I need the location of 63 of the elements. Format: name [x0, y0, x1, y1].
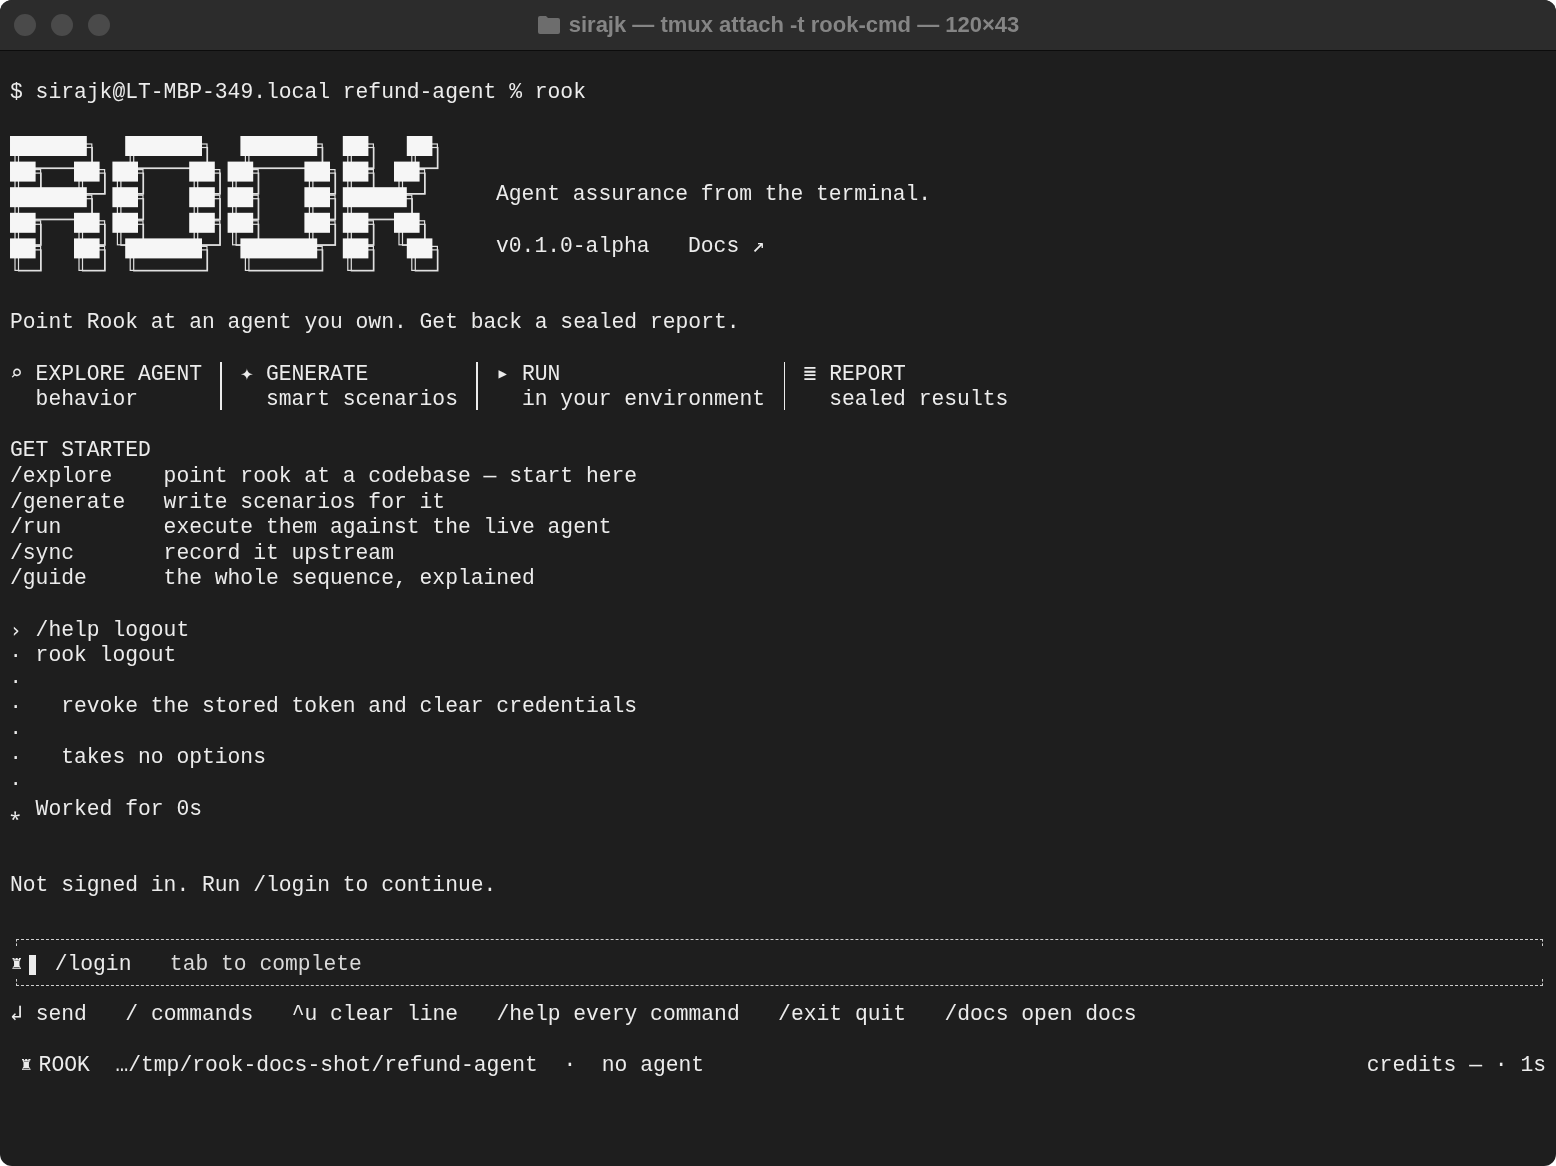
command-name: /guide: [10, 566, 88, 592]
feature-subtitle: in your environment: [520, 387, 766, 413]
shortcut-hint: ^u clear line: [291, 1001, 459, 1028]
shortcut-hint: ↲ send: [10, 1001, 87, 1028]
input-field[interactable]: /login: [54, 952, 132, 978]
output-text: /help logout: [35, 617, 190, 644]
list-icon: ≣: [803, 361, 830, 388]
notice-text: Not signed in. Run /login to continue.: [10, 873, 497, 900]
window-title: sirajk — tmux attach -t rook-cmd — 120×43: [568, 12, 1020, 38]
line-marker: ·: [10, 745, 23, 771]
app-name: ROOK: [38, 1052, 90, 1079]
feature-subtitle: sealed results: [828, 387, 1009, 413]
version-label: v0.1.0-alpha: [496, 233, 650, 260]
tagline: Agent assurance from the terminal.: [496, 182, 932, 208]
command-description: write scenarios for it: [163, 489, 446, 516]
output-text: Worked for 0s: [35, 796, 202, 823]
command-name: /explore: [10, 463, 114, 490]
shell-prompt: $ sirajk@LT-MBP-349.local refund-agent % rook: [10, 80, 586, 106]
section-heading: GET STARTED: [10, 438, 151, 464]
command-description: execute them against the live agent: [163, 515, 612, 541]
play-icon: ▸: [496, 361, 522, 388]
feature-subtitle: smart scenarios: [264, 387, 458, 413]
path-label: …/tmp/rook-docs-shot/refund-agent: [115, 1052, 538, 1079]
credits-label: credits — · 1s: [1366, 1052, 1546, 1079]
output-text: takes no options: [60, 745, 266, 772]
docs-link[interactable]: Docs ↗: [688, 233, 765, 260]
intro-text: Point Rook at an agent you own. Get back a sealed report.: [10, 310, 740, 336]
rook-icon: ♜: [10, 952, 30, 978]
folder-icon: [536, 15, 561, 35]
command-description: the whole sequence, explained: [163, 566, 535, 592]
search-icon: ⌕: [10, 361, 36, 388]
line-marker: ·: [10, 668, 23, 694]
output-text: revoke the stored token and clear credentials: [60, 694, 638, 720]
input-hint: tab to complete: [169, 952, 362, 978]
feature-title: RUN: [521, 361, 561, 388]
command-name: /sync: [10, 540, 75, 567]
line-marker: ·: [10, 719, 23, 745]
command-description: point rook at a codebase — start here: [163, 463, 638, 490]
feature-title: EXPLORE AGENT: [35, 361, 202, 388]
feature-subtitle: behavior: [34, 387, 139, 413]
command-name: /generate: [10, 489, 127, 516]
line-marker: ⁎: [10, 796, 21, 822]
close-button[interactable]: [14, 14, 36, 36]
agent-status: no agent: [601, 1052, 705, 1079]
command-description: record it upstream: [163, 540, 394, 567]
line-marker: ›: [10, 617, 23, 643]
shortcut-hint: /help every command: [496, 1001, 740, 1028]
rook-icon: ♜: [19, 1052, 39, 1079]
command-name: /run: [10, 515, 63, 541]
line-marker: ·: [10, 771, 23, 797]
line-marker: ·: [10, 694, 23, 720]
feature-title: GENERATE: [265, 361, 369, 388]
text-cursor: [29, 954, 37, 975]
shortcut-hint: / commands: [125, 1001, 254, 1028]
shortcut-hint: /exit quit: [778, 1001, 907, 1028]
line-marker: ·: [10, 643, 23, 669]
zoom-button[interactable]: [88, 14, 110, 36]
sparkle-icon: ✦: [240, 361, 266, 388]
output-text: rook logout: [35, 643, 177, 669]
shortcut-hint: /docs open docs: [944, 1001, 1137, 1028]
minimize-button[interactable]: [51, 14, 73, 36]
feature-title: REPORT: [829, 361, 906, 388]
separator-dot: ·: [563, 1052, 577, 1079]
